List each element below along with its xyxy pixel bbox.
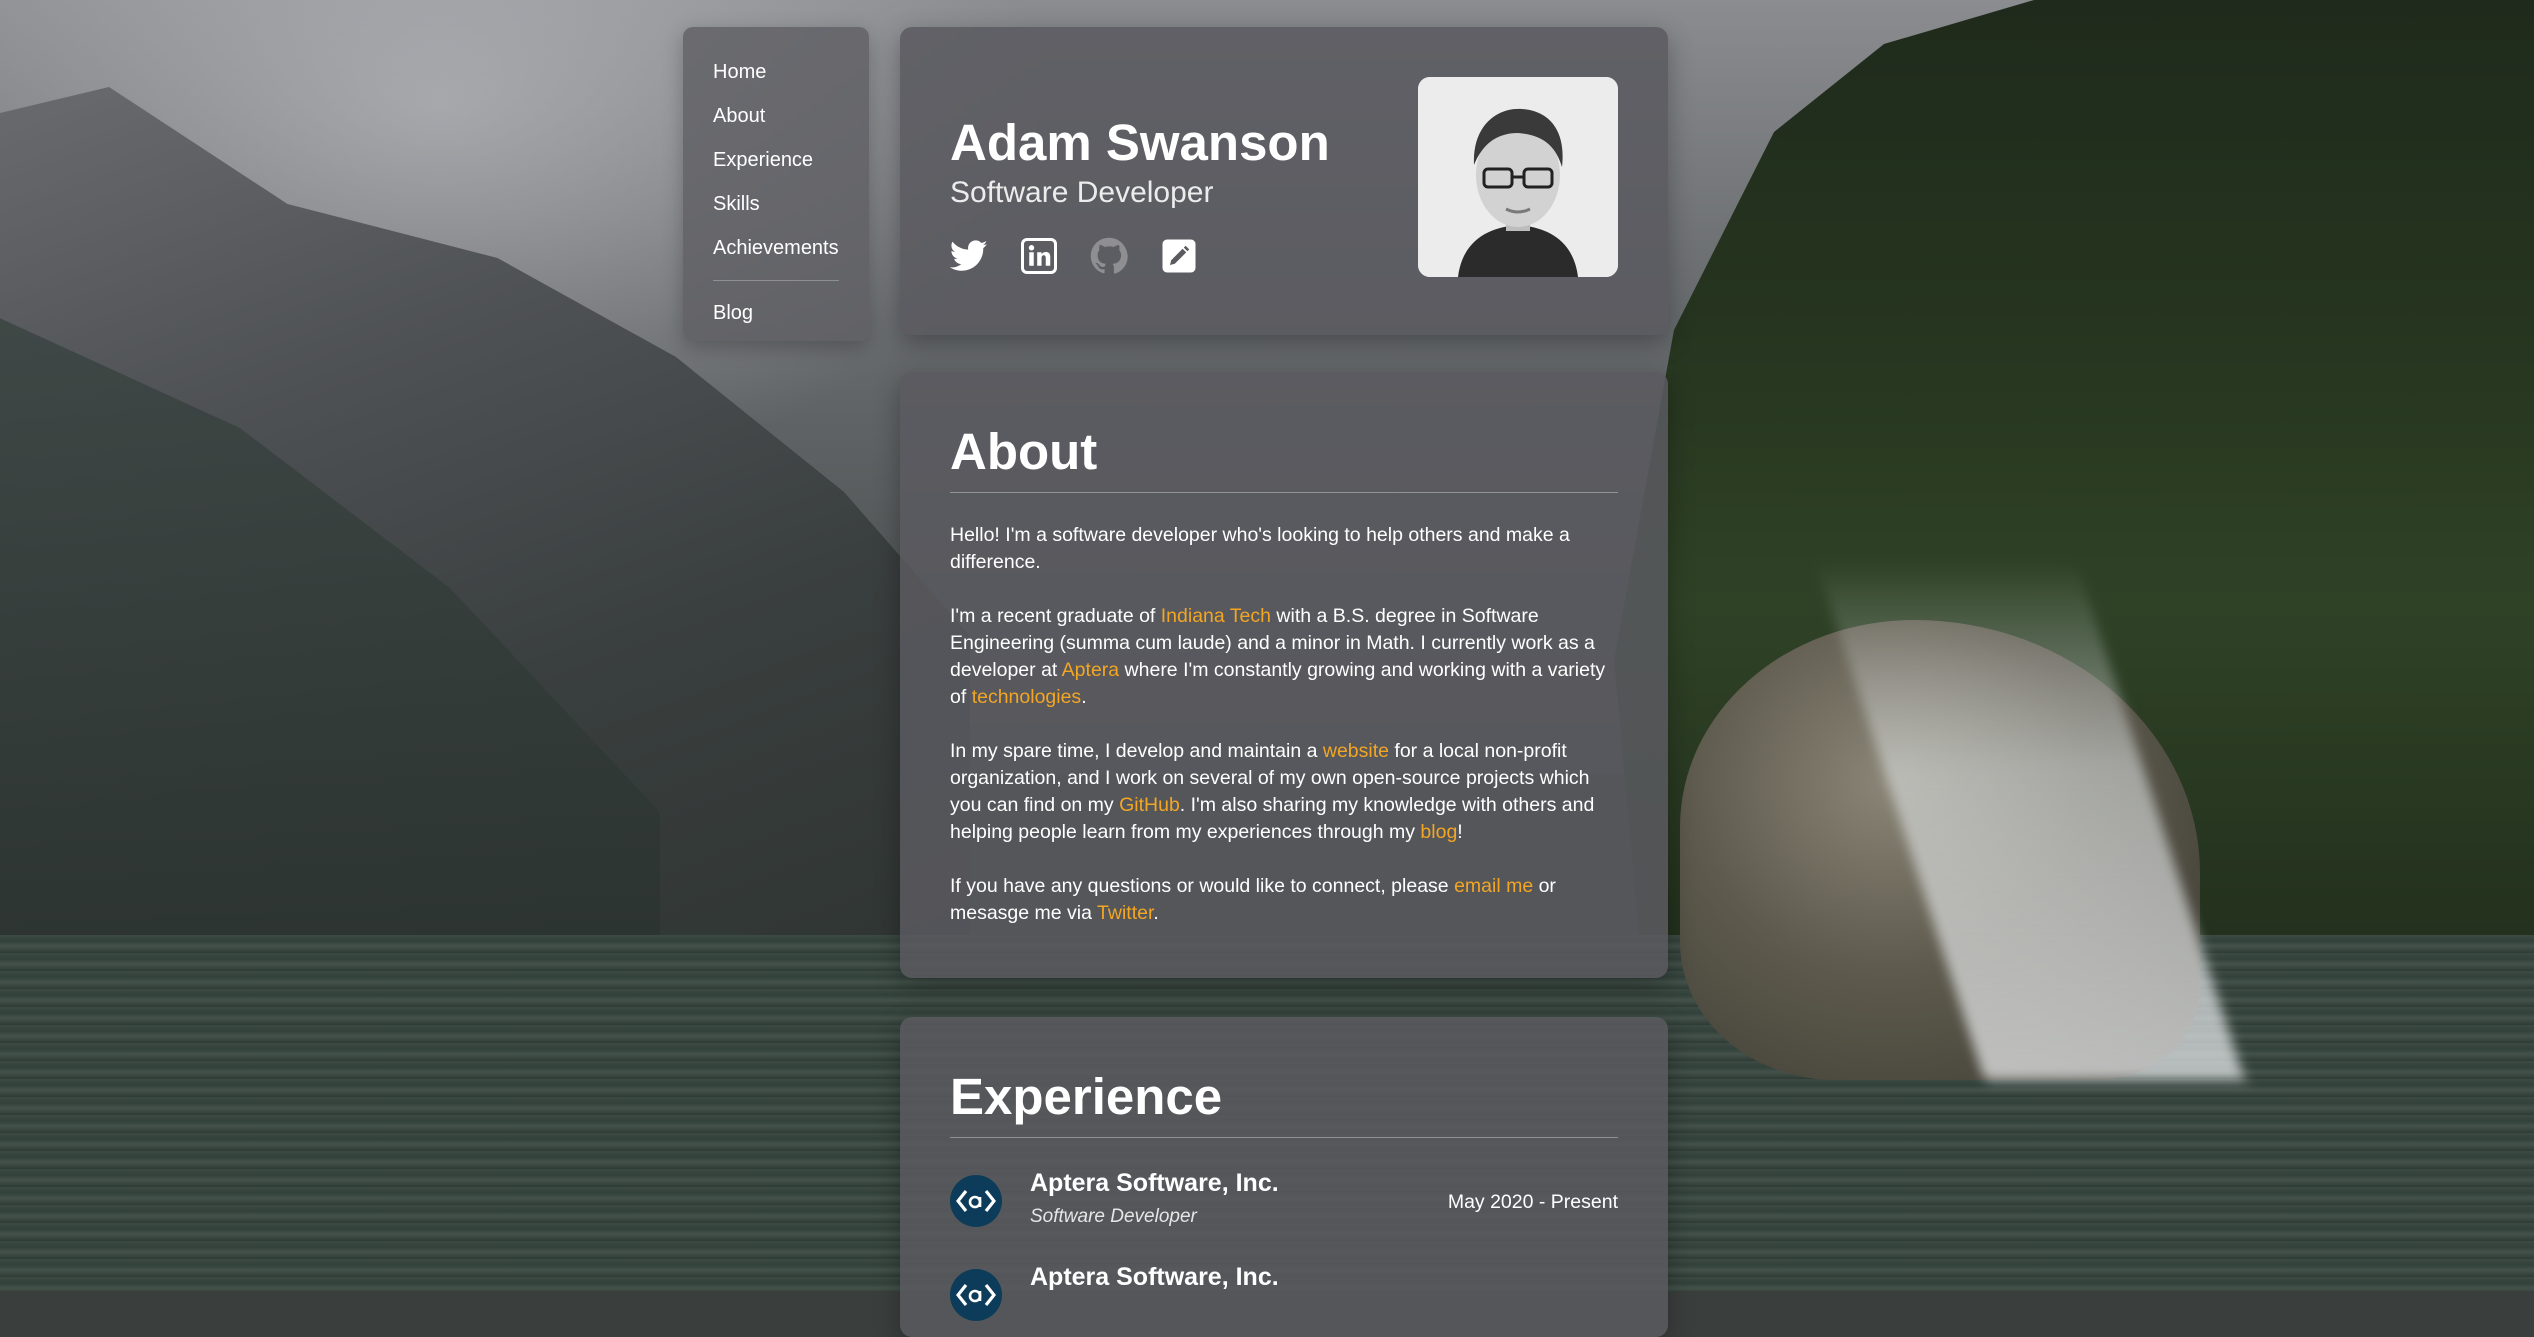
- nav-item-home[interactable]: Home: [713, 50, 869, 94]
- aptera-logo-icon: [950, 1269, 1002, 1321]
- about-body: Hello! I'm a software developer who's lo…: [950, 522, 1618, 954]
- profile-card: Adam Swanson Software Developer: [900, 27, 1668, 335]
- experience-job-title: Software Developer: [1030, 1206, 1197, 1227]
- about-paragraph-2: I'm a recent graduate of Indiana Tech wi…: [950, 605, 1606, 708]
- link-website[interactable]: website: [1323, 740, 1389, 762]
- nav-item-about[interactable]: About: [713, 94, 869, 138]
- nav-divider: [713, 280, 839, 281]
- experience-divider: [950, 1137, 1618, 1138]
- nav-item-achievements[interactable]: Achievements: [713, 226, 869, 270]
- about-title: About: [950, 423, 1098, 480]
- aptera-logo-icon: [950, 1175, 1002, 1227]
- nav-link-experience[interactable]: Experience: [713, 149, 813, 171]
- about-paragraph-3: In my spare time, I develop and maintain…: [950, 740, 1595, 843]
- experience-item: Aptera Software, Inc.: [950, 1261, 1618, 1331]
- link-github[interactable]: GitHub: [1119, 794, 1180, 816]
- link-blog[interactable]: blog: [1420, 821, 1457, 843]
- about-divider: [950, 492, 1618, 493]
- github-icon[interactable]: [1090, 237, 1128, 275]
- link-technologies[interactable]: technologies: [972, 686, 1082, 708]
- about-card: About Hello! I'm a software developer wh…: [900, 372, 1668, 978]
- experience-company: Aptera Software, Inc.: [1030, 1169, 1279, 1197]
- experience-item: Aptera Software, Inc. Software Developer…: [950, 1167, 1618, 1237]
- nav-link-skills[interactable]: Skills: [713, 193, 760, 215]
- profile-avatar: [1418, 77, 1618, 277]
- nav-link-achievements[interactable]: Achievements: [713, 237, 839, 259]
- about-paragraph-1: Hello! I'm a software developer who's lo…: [950, 524, 1570, 573]
- link-aptera[interactable]: Aptera: [1062, 659, 1119, 681]
- experience-title: Experience: [950, 1068, 1223, 1125]
- twitter-icon[interactable]: [950, 237, 988, 275]
- experience-card: Experience Aptera Software, Inc. Softwar…: [900, 1017, 1668, 1337]
- side-nav: Home About Experience Skills Achievement…: [683, 27, 869, 341]
- link-twitter[interactable]: Twitter: [1097, 902, 1153, 924]
- experience-company: Aptera Software, Inc.: [1030, 1263, 1279, 1291]
- nav-item-skills[interactable]: Skills: [713, 182, 869, 226]
- nav-link-about[interactable]: About: [713, 105, 765, 127]
- link-email[interactable]: email me: [1454, 875, 1533, 897]
- nav-item-blog[interactable]: Blog: [713, 291, 869, 335]
- linkedin-icon[interactable]: [1020, 237, 1058, 275]
- nav-link-home[interactable]: Home: [713, 61, 766, 83]
- about-paragraph-4: If you have any questions or would like …: [950, 875, 1556, 924]
- experience-dates: May 2020 - Present: [1447, 1191, 1618, 1213]
- profile-role: Software Developer: [950, 176, 1214, 209]
- social-links: [950, 237, 1198, 275]
- blog-edit-icon[interactable]: [1160, 237, 1198, 275]
- profile-name: Adam Swanson: [950, 114, 1330, 171]
- nav-item-experience[interactable]: Experience: [713, 138, 869, 182]
- nav-link-blog[interactable]: Blog: [713, 302, 753, 324]
- link-indiana-tech[interactable]: Indiana Tech: [1161, 605, 1271, 627]
